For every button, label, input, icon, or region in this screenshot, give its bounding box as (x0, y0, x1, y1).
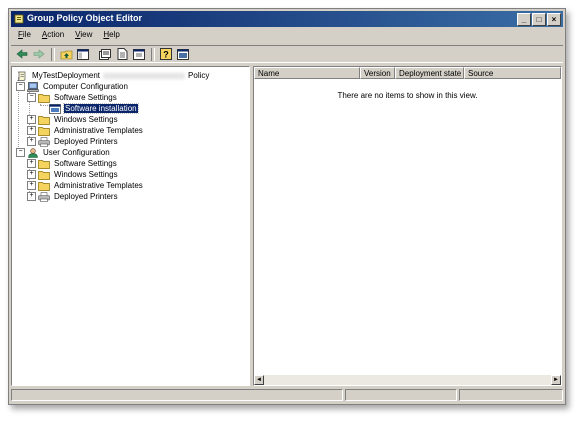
software-installation-icon (49, 103, 62, 114)
new-window-button[interactable] (132, 47, 146, 61)
tree-item-label: Deployed Printers (54, 192, 118, 201)
forward-button[interactable] (32, 47, 46, 61)
menu-help[interactable]: Help (98, 29, 125, 43)
tree-item-label: Deployed Printers (54, 137, 118, 146)
help-icon: ? (160, 48, 172, 60)
tree-item-user-deployed-printers[interactable]: + Deployed Printers (27, 191, 119, 202)
svg-text:?: ? (163, 50, 169, 60)
expand-toggle[interactable]: + (27, 159, 36, 168)
toolbar: ? (11, 45, 563, 63)
collapse-toggle[interactable]: − (27, 93, 36, 102)
maximize-button[interactable]: □ (532, 13, 546, 26)
console-icon (177, 48, 189, 60)
minimize-button[interactable]: _ (517, 13, 531, 26)
tree-item-label: User Configuration (43, 148, 110, 157)
menu-file[interactable]: File (13, 29, 37, 43)
tree-item-computer-configuration[interactable]: − Computer Configuration (16, 81, 129, 92)
tree-item-label: Software Settings (54, 159, 117, 168)
printer-icon (38, 136, 51, 147)
tree-item-label: Windows Settings (54, 170, 118, 179)
up-folder-icon (60, 50, 72, 59)
back-arrow-icon (16, 49, 28, 59)
status-bar (11, 389, 563, 401)
properties-button[interactable] (98, 47, 112, 61)
title-bar[interactable]: Group Policy Object Editor _ □ × (11, 11, 563, 27)
expand-toggle[interactable]: + (27, 192, 36, 201)
expand-toggle[interactable]: + (27, 137, 36, 146)
redacted-text (103, 72, 186, 79)
up-level-button[interactable] (59, 47, 73, 61)
computer-icon (27, 81, 40, 92)
expand-toggle[interactable]: + (27, 126, 36, 135)
export-list-icon (117, 48, 127, 60)
folder-icon (38, 159, 51, 169)
tree-item-user-software-settings[interactable]: + Software Settings (27, 158, 118, 169)
console-tree-pane[interactable]: MyTestDeployment Policy − Computer Confi… (11, 66, 250, 386)
column-header-version[interactable]: Version (360, 67, 395, 79)
tree-root-label-end: Policy (188, 71, 210, 80)
user-icon (27, 147, 40, 158)
status-panel (345, 389, 457, 401)
tree-item-label: Administrative Templates (54, 181, 143, 190)
printer-icon (38, 191, 51, 202)
help-button[interactable]: ? (159, 47, 173, 61)
policy-scroll-icon (16, 71, 29, 81)
tree-root[interactable]: MyTestDeployment Policy (16, 70, 210, 81)
menu-bar: File Action View Help (13, 29, 126, 43)
gpo-app-icon (14, 14, 24, 24)
folder-icon (38, 126, 51, 136)
expand-toggle[interactable]: + (27, 115, 36, 124)
expand-toggle[interactable]: + (27, 170, 36, 179)
tree-item-user-configuration[interactable]: − User Configuration (16, 147, 111, 158)
menu-view[interactable]: View (70, 29, 98, 43)
tree-root-label-start: MyTestDeployment (32, 71, 101, 80)
window-title: Group Policy Object Editor (27, 13, 143, 23)
column-header-deployment-state[interactable]: Deployment state (395, 67, 464, 79)
horizontal-scrollbar[interactable]: ◄ ► (254, 375, 561, 385)
folder-icon (38, 170, 51, 180)
tree-item-label: Administrative Templates (54, 126, 143, 135)
tree-item-software-installation[interactable]: Software installation (49, 103, 139, 114)
toolbar-separator (51, 47, 55, 61)
column-header-name[interactable]: Name (254, 67, 360, 79)
tree-item-label: Windows Settings (54, 115, 118, 124)
tree-item-user-administrative-templates[interactable]: + Administrative Templates (27, 180, 144, 191)
tree-item-user-windows-settings[interactable]: + Windows Settings (27, 169, 119, 180)
gpo-editor-window: Group Policy Object Editor _ □ × File Ac… (8, 8, 566, 405)
tree-item-computer-administrative-templates[interactable]: + Administrative Templates (27, 125, 144, 136)
folder-icon (38, 181, 51, 191)
expand-toggle[interactable]: + (27, 181, 36, 190)
collapse-toggle[interactable]: − (16, 148, 25, 157)
show-hide-tree-button[interactable] (76, 47, 90, 61)
tree-item-computer-software-settings[interactable]: − Software Settings (27, 92, 118, 103)
column-header-source[interactable]: Source (464, 67, 561, 79)
tree-item-computer-deployed-printers[interactable]: + Deployed Printers (27, 136, 119, 147)
back-button[interactable] (15, 47, 29, 61)
tree-item-computer-windows-settings[interactable]: + Windows Settings (27, 114, 119, 125)
properties-icon (99, 48, 111, 60)
close-button[interactable]: × (547, 13, 561, 26)
new-window-icon (133, 48, 145, 60)
folder-icon (38, 115, 51, 125)
console-tree-icon (77, 48, 89, 60)
forward-arrow-icon (33, 49, 45, 59)
scroll-right-button[interactable]: ► (551, 375, 561, 385)
tree-item-label: Computer Configuration (43, 82, 128, 91)
tree-item-label: Software Settings (54, 93, 117, 102)
menu-action[interactable]: Action (37, 29, 70, 43)
status-panel-main (11, 389, 343, 401)
console-button[interactable] (176, 47, 190, 61)
scroll-left-button[interactable]: ◄ (254, 375, 264, 385)
empty-list-message: There are no items to show in this view. (337, 91, 478, 100)
folder-icon (38, 93, 51, 103)
toolbar-separator (151, 47, 155, 61)
status-panel (459, 389, 563, 401)
export-list-button[interactable] (115, 47, 129, 61)
tree-item-label: Software installation (63, 103, 139, 114)
details-list-pane[interactable]: Name Version Deployment state Source The… (253, 66, 562, 386)
collapse-toggle[interactable]: − (16, 82, 25, 91)
